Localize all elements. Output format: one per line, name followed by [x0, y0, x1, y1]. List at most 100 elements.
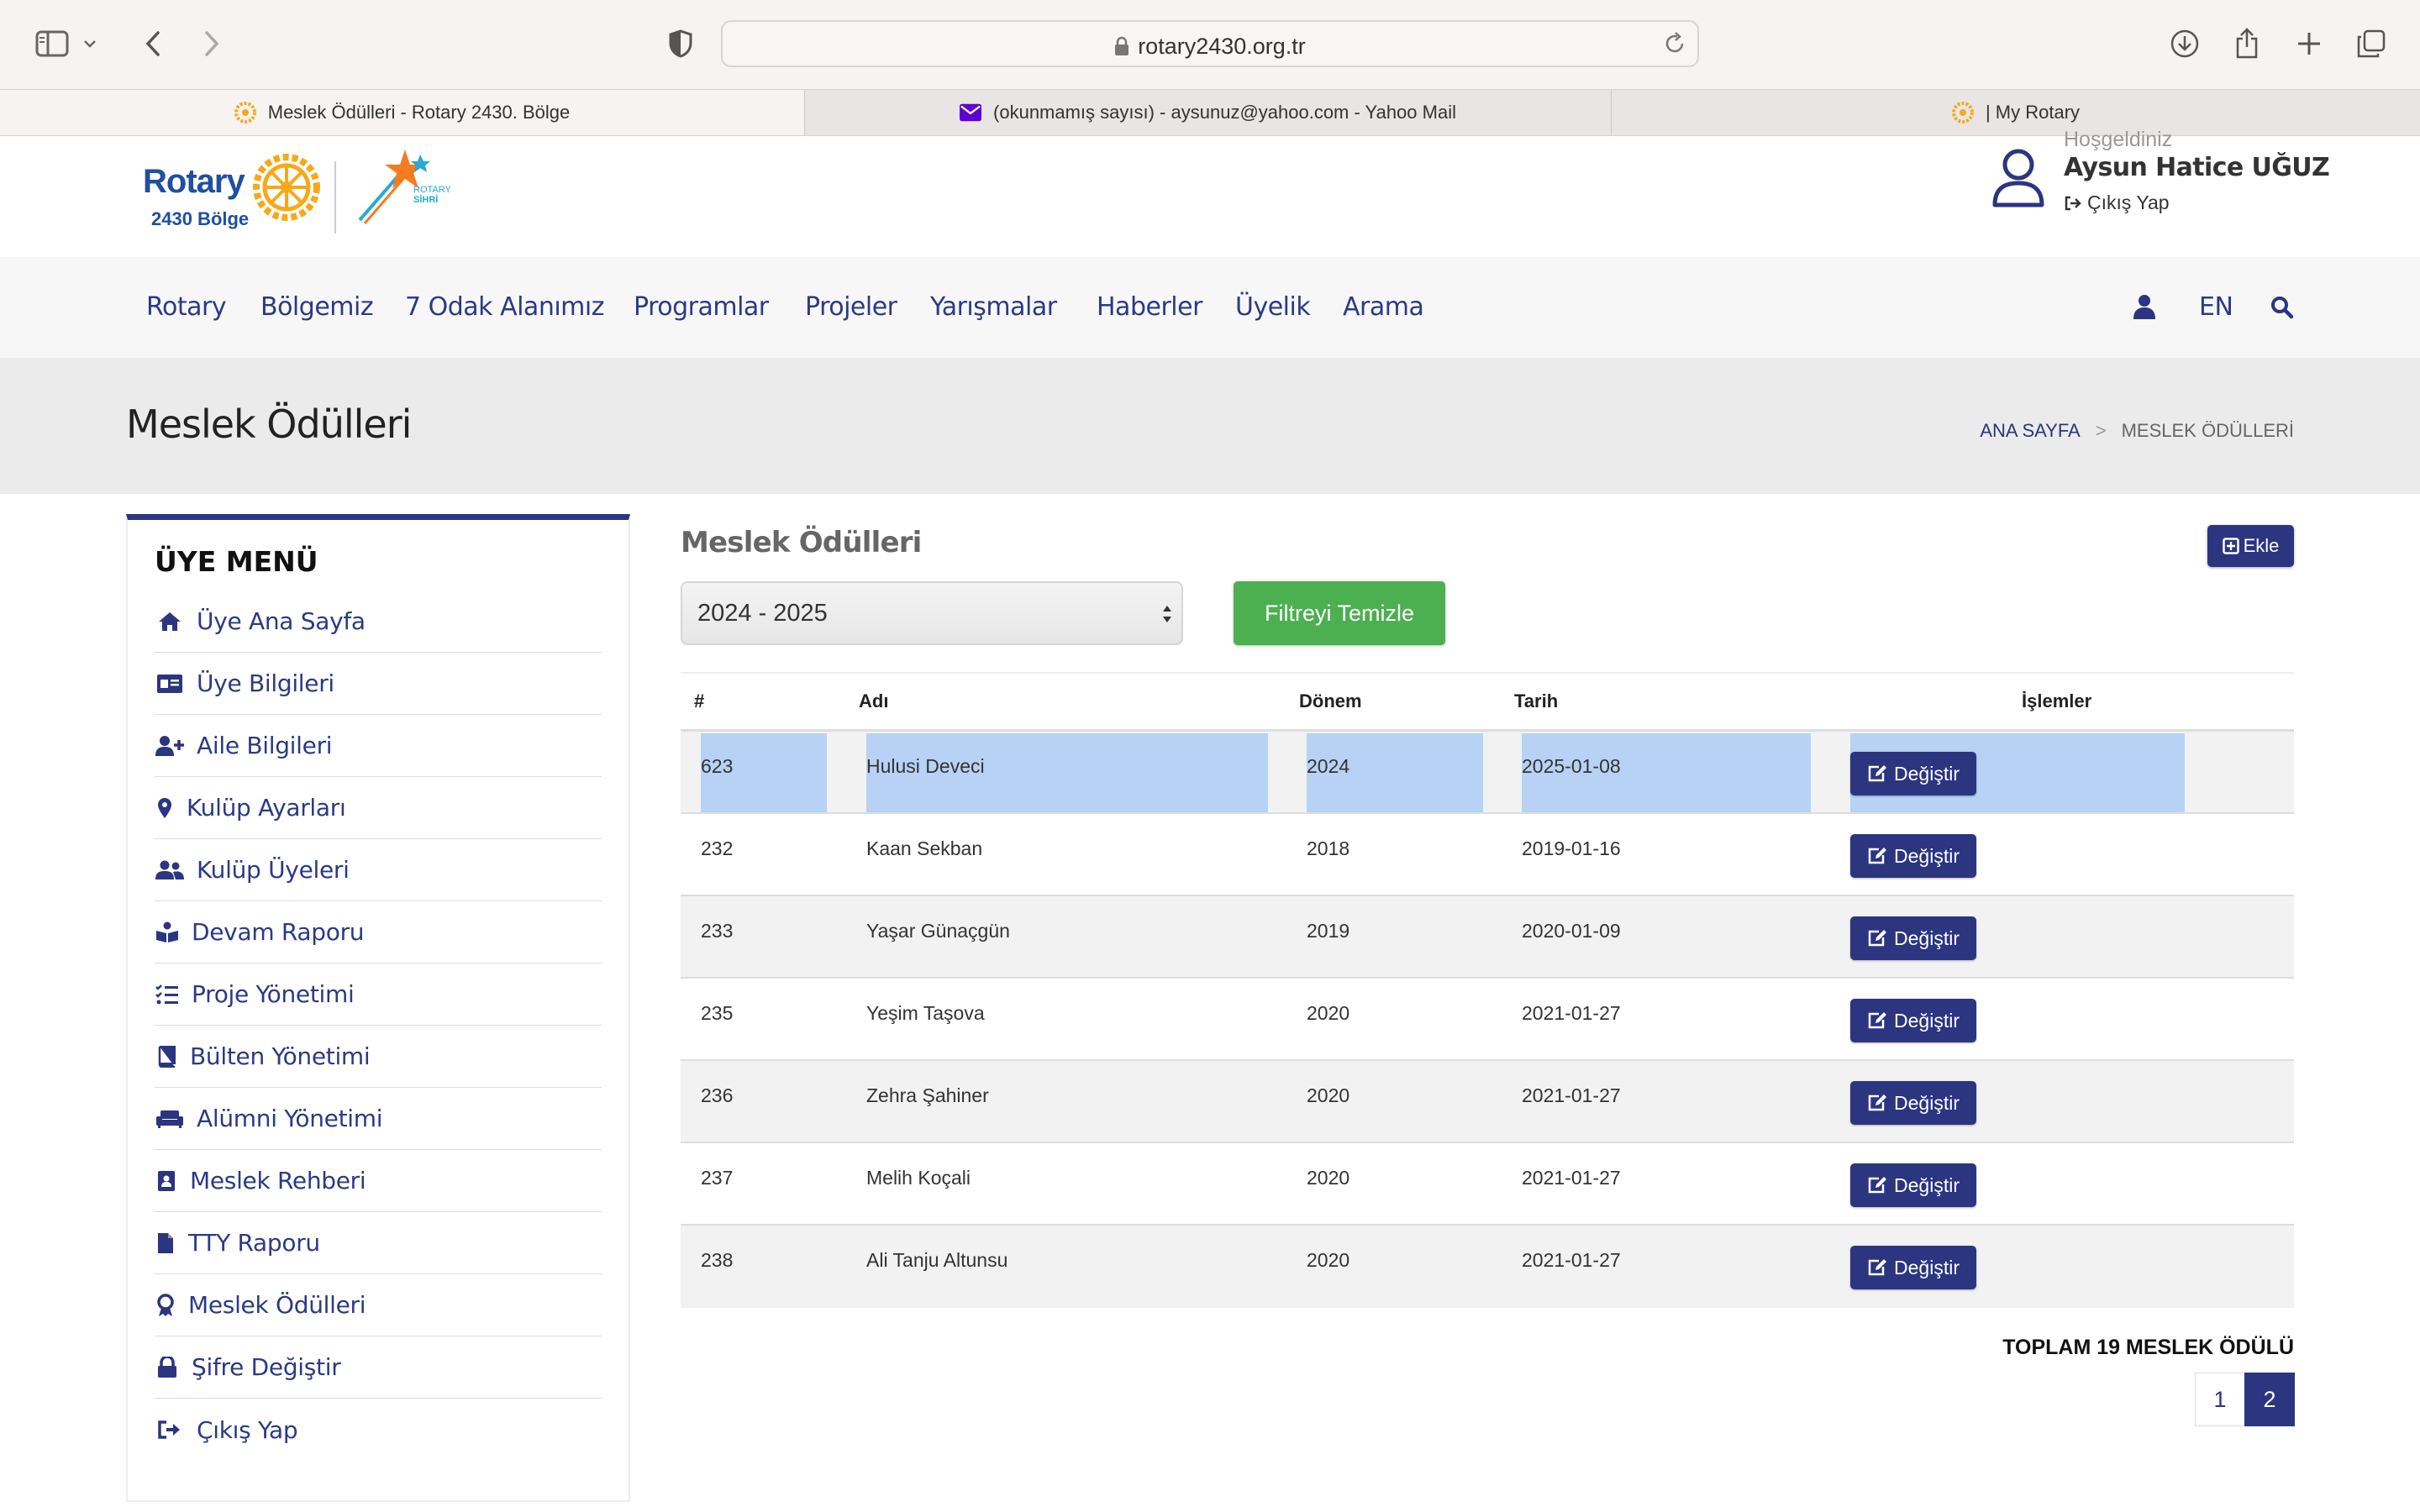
edit-button-label: Değiştir: [1894, 762, 1960, 785]
cell-id: 232: [701, 837, 734, 859]
chevron-down-icon[interactable]: [77, 24, 103, 64]
id-card-icon: [155, 669, 185, 699]
sidebar-item-uye-bilgileri[interactable]: Üye Bilgileri: [155, 653, 602, 715]
cell-id: 238: [701, 1249, 734, 1271]
add-button[interactable]: Ekle: [2207, 525, 2294, 567]
nav-bolgemiz[interactable]: Bölgemiz: [260, 292, 374, 322]
nav-haberler[interactable]: Haberler: [1097, 292, 1202, 322]
period-select[interactable]: 2024 - 2025: [681, 581, 1183, 645]
download-icon[interactable]: [2165, 24, 2205, 64]
sidebar-item-sifre-degistir[interactable]: Şifre Değiştir: [155, 1336, 602, 1399]
lang-switch[interactable]: EN: [2199, 292, 2233, 322]
share-icon[interactable]: [2227, 24, 2267, 64]
mail-favicon-icon: [960, 102, 982, 123]
sidebar-item-kulup-uyeleri[interactable]: Kulüp Üyeleri: [155, 839, 602, 901]
table-row[interactable]: 236 Zehra Şahiner 2020 2021-01-27 Değişt…: [681, 1061, 2294, 1143]
sidebar-item-label: Aile Bilgileri: [197, 732, 333, 759]
tab-overview-icon[interactable]: [2351, 24, 2391, 64]
nav-rotary[interactable]: Rotary: [146, 292, 227, 322]
breadcrumb-current: MESLEK ÖDÜLLERİ: [2121, 420, 2294, 441]
sidebar-item-cikis-yap[interactable]: Çıkış Yap: [155, 1399, 602, 1461]
cell-date: 2020-01-09: [1522, 920, 1621, 942]
table-row[interactable]: 235 Yeşim Taşova 2020 2021-01-27 Değişti…: [681, 979, 2294, 1061]
nav-projeler[interactable]: Projeler: [805, 292, 897, 322]
cell-date: 2019-01-16: [1522, 837, 1621, 859]
sidebar-toggle-icon[interactable]: [32, 24, 72, 64]
edit-button[interactable]: Değiştir: [1850, 1246, 1976, 1289]
nav-arama[interactable]: Arama: [1343, 292, 1424, 322]
tab-bar: Meslek Ödülleri - Rotary 2430. Bölge (ok…: [0, 89, 2420, 136]
nav-yarismalar[interactable]: Yarışmalar: [930, 292, 1057, 322]
cell-period: 2019: [1307, 920, 1350, 942]
page-2-link-active[interactable]: 2: [2244, 1373, 2295, 1426]
site-header: Rotary 2430 Bölge ROTARY SİHRİ Hoşgeldin…: [0, 128, 2420, 257]
sidebar-item-meslek-rehberi[interactable]: Meslek Rehberi: [155, 1150, 602, 1212]
back-icon[interactable]: [133, 24, 173, 64]
cell-period: 2020: [1307, 1167, 1350, 1189]
edit-button[interactable]: Değiştir: [1850, 1081, 1976, 1125]
sidebar-title: ÜYE MENÜ: [155, 545, 318, 578]
browser-toolbar: rotary2430.org.tr: [0, 0, 2420, 89]
rotary-logo[interactable]: Rotary 2430 Bölge: [143, 153, 336, 237]
sidebar-item-alumni-yonetimi[interactable]: Alümni Yönetimi: [155, 1088, 602, 1150]
edit-button[interactable]: Değiştir: [1850, 999, 1976, 1042]
new-tab-icon[interactable]: [2289, 24, 2329, 64]
sidebar-item-kulup-ayarlari[interactable]: Kulüp Ayarları: [155, 777, 602, 839]
nav-uyelik[interactable]: Üyelik: [1235, 292, 1311, 322]
edit-icon: [1868, 930, 1887, 947]
edit-button[interactable]: Değiştir: [1850, 834, 1976, 878]
logo-word: Rotary: [143, 163, 245, 200]
edit-button[interactable]: Değiştir: [1850, 916, 1976, 960]
total-count: TOPLAM 19 MESLEK ÖDÜLÜ: [2002, 1336, 2294, 1359]
logout-link[interactable]: Çıkış Yap: [2064, 192, 2170, 214]
tab-my-rotary[interactable]: | My Rotary: [1612, 90, 2420, 135]
tab-title: | My Rotary: [1985, 102, 2081, 123]
tab-yahoo-mail[interactable]: (okunmamış sayısı) - aysunuz@yahoo.com -…: [805, 90, 1612, 135]
address-bar[interactable]: rotary2430.org.tr: [721, 20, 1699, 67]
breadcrumb-home[interactable]: ANA SAYFA: [1980, 420, 2080, 442]
cell-name: Yeşim Taşova: [866, 1002, 985, 1024]
sidebar-item-bulten-yonetimi[interactable]: Bülten Yönetimi: [155, 1026, 602, 1088]
clear-filter-button[interactable]: Filtreyi Temizle: [1234, 581, 1445, 645]
edit-button-label: Değiştir: [1894, 844, 1960, 867]
page-1-link[interactable]: 1: [2195, 1373, 2245, 1426]
member-sidebar: ÜYE MENÜ Üye Ana Sayfa Üye Bilgileri Ail…: [126, 514, 630, 1502]
table-row[interactable]: 237 Melih Koçali 2020 2021-01-27 Değişti…: [681, 1143, 2294, 1226]
column-header-actions: İşlemler: [2022, 690, 2092, 711]
table-row[interactable]: 623 Hulusi Deveci 2024 2025-01-08 Değişt…: [681, 732, 2294, 814]
reload-icon[interactable]: [1664, 32, 1686, 55]
couch-icon: [155, 1104, 185, 1134]
column-header-date: Tarih: [1514, 690, 1559, 711]
table-row[interactable]: 238 Ali Tanju Altunsu 2020 2021-01-27 De…: [681, 1226, 2294, 1308]
add-button-label: Ekle: [2243, 535, 2280, 556]
nav-programlar[interactable]: Programlar: [634, 292, 769, 322]
cell-id: 237: [701, 1167, 734, 1189]
sidebar-item-devam-raporu[interactable]: Devam Raporu: [155, 901, 602, 963]
table-row[interactable]: 233 Yaşar Günaçgün 2019 2020-01-09 Değiş…: [681, 896, 2294, 979]
file-icon: [155, 1228, 176, 1258]
home-icon: [155, 606, 185, 637]
edit-button[interactable]: Değiştir: [1850, 752, 1976, 795]
sidebar-item-uye-ana-sayfa[interactable]: Üye Ana Sayfa: [155, 591, 602, 653]
nav-user-icon[interactable]: [2133, 294, 2156, 319]
sidebar-item-label: Kulüp Üyeleri: [197, 856, 350, 884]
sidebar-item-meslek-odulleri[interactable]: Meslek Ödülleri: [155, 1274, 602, 1336]
table-row[interactable]: 232 Kaan Sekban 2018 2019-01-16 Değiştir: [681, 814, 2294, 896]
sidebar-item-proje-yonetimi[interactable]: Proje Yönetimi: [155, 963, 602, 1026]
address-book-icon: [155, 1166, 178, 1196]
search-icon[interactable]: [2270, 296, 2294, 319]
logo-divider: [334, 161, 336, 234]
cell-period: 2018: [1307, 837, 1350, 859]
sidebar-item-label: Üye Ana Sayfa: [197, 607, 366, 635]
logout-label: Çıkış Yap: [2087, 192, 2170, 213]
privacy-shield-icon[interactable]: [660, 24, 701, 64]
cell-name: Kaan Sekban: [866, 837, 983, 859]
sidebar-item-tty-raporu[interactable]: TTY Raporu: [155, 1212, 602, 1274]
breadcrumb-separator: >: [2095, 420, 2107, 441]
edit-button[interactable]: Değiştir: [1850, 1163, 1976, 1207]
tab-meslek-odulleri[interactable]: Meslek Ödülleri - Rotary 2430. Bölge: [0, 90, 805, 135]
nav-odak-alanlari[interactable]: 7 Odak Alanımız: [405, 292, 604, 322]
forward-icon[interactable]: [192, 24, 232, 64]
edit-icon: [1868, 765, 1887, 782]
sidebar-item-aile-bilgileri[interactable]: Aile Bilgileri: [155, 715, 602, 777]
